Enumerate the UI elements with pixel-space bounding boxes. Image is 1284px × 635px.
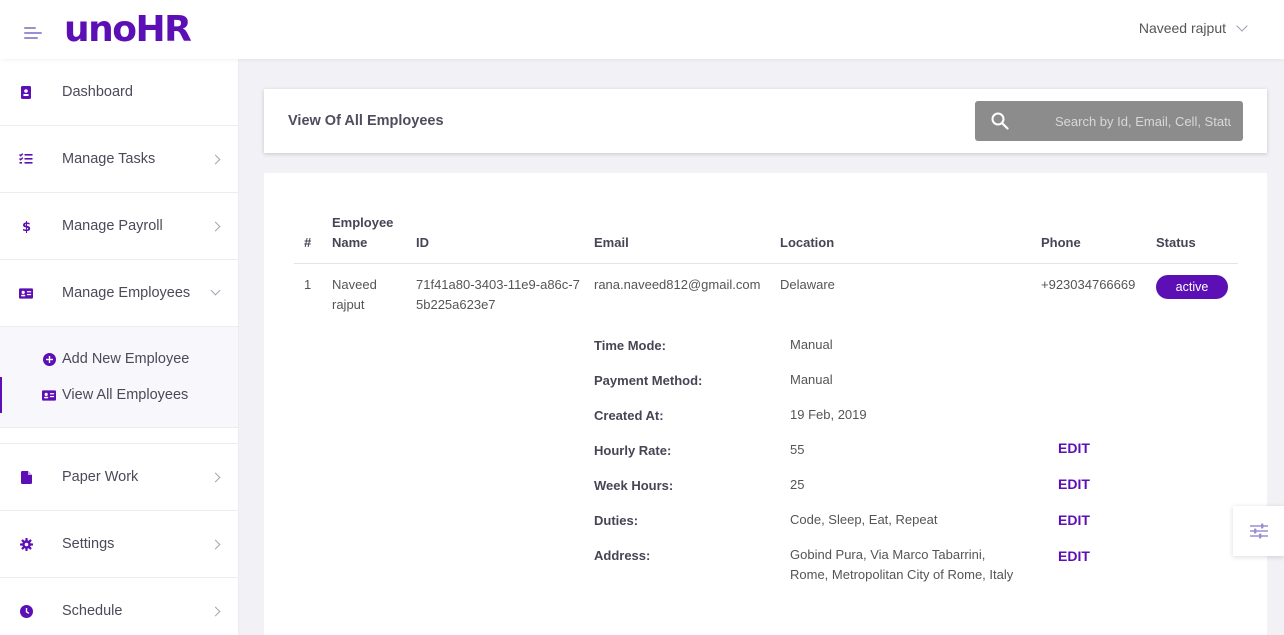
employees-submenu: Add New Employee View All Employees: [0, 327, 238, 428]
chevron-down-icon: [1236, 20, 1248, 32]
sidebar-item-settings[interactable]: Settings: [0, 511, 238, 578]
table-header-divider: [294, 263, 1238, 264]
search-box[interactable]: [975, 101, 1243, 141]
column-header-name: Employee Name: [332, 215, 394, 250]
detail-label-week-hours: Week Hours:: [594, 478, 674, 493]
detail-label-time-mode: Time Mode:: [594, 338, 666, 353]
detail-value-duties: Code, Sleep, Eat, Repeat: [790, 512, 938, 527]
sidebar-item-dashboard[interactable]: Dashboard: [0, 59, 238, 126]
sidebar-item-label: Manage Tasks: [62, 151, 156, 167]
user-name: Naveed rajput: [1138, 20, 1226, 36]
sidebar: Dashboard Manage Tasks $ Manage Payroll …: [0, 59, 239, 635]
detail-value-address: Gobind Pura, Via Marco Tabarrini, Rome, …: [790, 547, 1014, 582]
sidebar-subitem-label: View All Employees: [62, 387, 189, 403]
chevron-right-icon: [210, 539, 221, 550]
sidebar-item-manage-employees[interactable]: Manage Employees: [0, 260, 238, 327]
chevron-right-icon: [210, 154, 221, 165]
column-header-phone: Phone: [1041, 235, 1081, 250]
sidebar-subitem-label: Add New Employee: [62, 351, 190, 367]
employee-email: rana.naveed812@gmail.com: [594, 277, 761, 292]
sidebar-item-label: Settings: [62, 536, 115, 552]
dollar-icon: $: [19, 219, 33, 233]
employees-table: # Employee Name ID Email Location Phone …: [264, 173, 1267, 635]
file-icon: [19, 470, 33, 484]
chevron-right-icon: [210, 606, 221, 617]
gear-icon: [19, 537, 33, 551]
page-title: View Of All Employees: [288, 113, 444, 129]
user-menu[interactable]: Naveed rajput: [1138, 20, 1248, 36]
svg-text:$: $: [22, 220, 31, 233]
employee-name: Naveed rajput: [332, 277, 377, 312]
detail-label-hourly-rate: Hourly Rate:: [594, 443, 672, 458]
detail-label-duties: Duties:: [594, 513, 639, 528]
tasks-list-icon: [19, 152, 33, 166]
detail-value-hourly-rate: 55: [790, 442, 805, 457]
detail-label-payment-method: Payment Method:: [594, 373, 703, 388]
chevron-down-icon: [210, 285, 221, 296]
edit-week-hours-button[interactable]: EDIT: [1058, 476, 1090, 492]
employee-location: Delaware: [780, 277, 835, 292]
edit-address-button[interactable]: EDIT: [1058, 548, 1090, 564]
sidebar-item-label: Paper Work: [62, 469, 139, 485]
top-header: unoHR Naveed rajput: [0, 0, 1284, 59]
column-header-location: Location: [780, 235, 835, 250]
detail-label-address: Address:: [594, 548, 651, 563]
sidebar-item-label: Schedule: [62, 603, 123, 619]
sidebar-item-paper-work[interactable]: Paper Work: [0, 444, 238, 511]
detail-value-payment-method: Manual: [790, 372, 833, 387]
plus-circle-icon: [42, 352, 56, 366]
column-header-index: #: [304, 235, 312, 250]
column-header-id: ID: [416, 235, 429, 250]
search-icon[interactable]: [991, 112, 1031, 130]
sliders-icon[interactable]: [1233, 506, 1284, 556]
address-book-icon: [19, 85, 33, 99]
page-header-card: View Of All Employees: [264, 89, 1267, 153]
clock-icon: [19, 604, 33, 618]
employee-id: 71f41a80-3403-11e9-a86c-75b225a623e7: [416, 277, 580, 312]
detail-label-created-at: Created At:: [594, 408, 664, 423]
sidebar-item-label: Dashboard: [62, 84, 133, 100]
search-input[interactable]: [1055, 113, 1231, 129]
sidebar-subitem-add-employee[interactable]: Add New Employee: [0, 341, 238, 377]
row-index: 1: [304, 277, 312, 292]
detail-value-time-mode: Manual: [790, 337, 833, 352]
sidebar-item-label: Manage Employees: [62, 285, 191, 301]
column-header-status: Status: [1156, 235, 1196, 250]
chevron-right-icon: [210, 472, 221, 483]
status-badge: active: [1156, 275, 1228, 299]
menu-toggle-icon[interactable]: [24, 25, 42, 41]
id-card-icon: [42, 388, 56, 402]
app-logo[interactable]: unoHR: [64, 9, 192, 50]
chevron-right-icon: [210, 221, 221, 232]
sidebar-divider: [0, 428, 238, 444]
edit-hourly-rate-button[interactable]: EDIT: [1058, 440, 1090, 456]
employee-phone: +923034766669: [1041, 277, 1136, 292]
sidebar-item-manage-tasks[interactable]: Manage Tasks: [0, 126, 238, 193]
sidebar-item-schedule[interactable]: Schedule: [0, 578, 238, 635]
column-header-email: Email: [594, 235, 629, 250]
id-card-icon: [19, 286, 33, 300]
sidebar-subitem-view-employees[interactable]: View All Employees: [0, 377, 238, 413]
sidebar-item-label: Manage Payroll: [62, 218, 163, 234]
edit-duties-button[interactable]: EDIT: [1058, 512, 1090, 528]
detail-value-created-at: 19 Feb, 2019: [790, 407, 867, 422]
detail-value-week-hours: 25: [790, 477, 805, 492]
sidebar-item-manage-payroll[interactable]: $ Manage Payroll: [0, 193, 238, 260]
